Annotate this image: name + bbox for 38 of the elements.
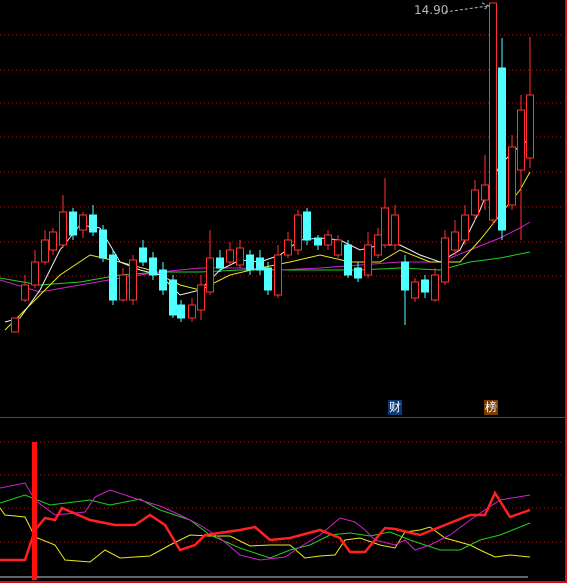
- candlestick: [431, 268, 439, 302]
- candlestick: [411, 278, 419, 302]
- candlestick: [334, 234, 342, 258]
- candlestick: [59, 194, 67, 248]
- candlestick: [441, 230, 449, 286]
- candlestick: [284, 232, 292, 258]
- candlestick: [31, 250, 39, 288]
- candlestick: [421, 274, 429, 298]
- candlestick: [89, 204, 97, 236]
- candlestick: [216, 250, 224, 272]
- candlestick: [11, 318, 19, 332]
- candlestick: [99, 224, 107, 262]
- candlestick: [324, 230, 332, 250]
- candlestick: [129, 254, 137, 306]
- candlestick: [401, 254, 409, 326]
- candlestick: [69, 208, 77, 240]
- event-marker[interactable]: 财: [388, 400, 402, 415]
- candlestick: [226, 242, 234, 266]
- candlestick: [364, 232, 372, 278]
- candlestick: [246, 250, 254, 276]
- candlestick: [451, 220, 459, 256]
- event-marker[interactable]: 榜: [484, 400, 498, 415]
- candlestick: [79, 212, 87, 238]
- candlestick: [314, 234, 322, 250]
- candlestick: [149, 252, 157, 280]
- candlestick: [109, 250, 117, 306]
- candlestick: [391, 204, 399, 250]
- high-price-label: 14.90: [414, 3, 448, 17]
- candlestick: [159, 262, 167, 296]
- candlestick: [21, 274, 29, 302]
- candlestick: [139, 240, 147, 266]
- candlestick: [119, 268, 127, 302]
- candlestick: [354, 262, 362, 282]
- candlestick: [344, 240, 352, 278]
- candlestick: [471, 180, 479, 220]
- candlestick: [236, 240, 244, 268]
- candlestick: [461, 204, 469, 246]
- candlestick: [274, 244, 282, 298]
